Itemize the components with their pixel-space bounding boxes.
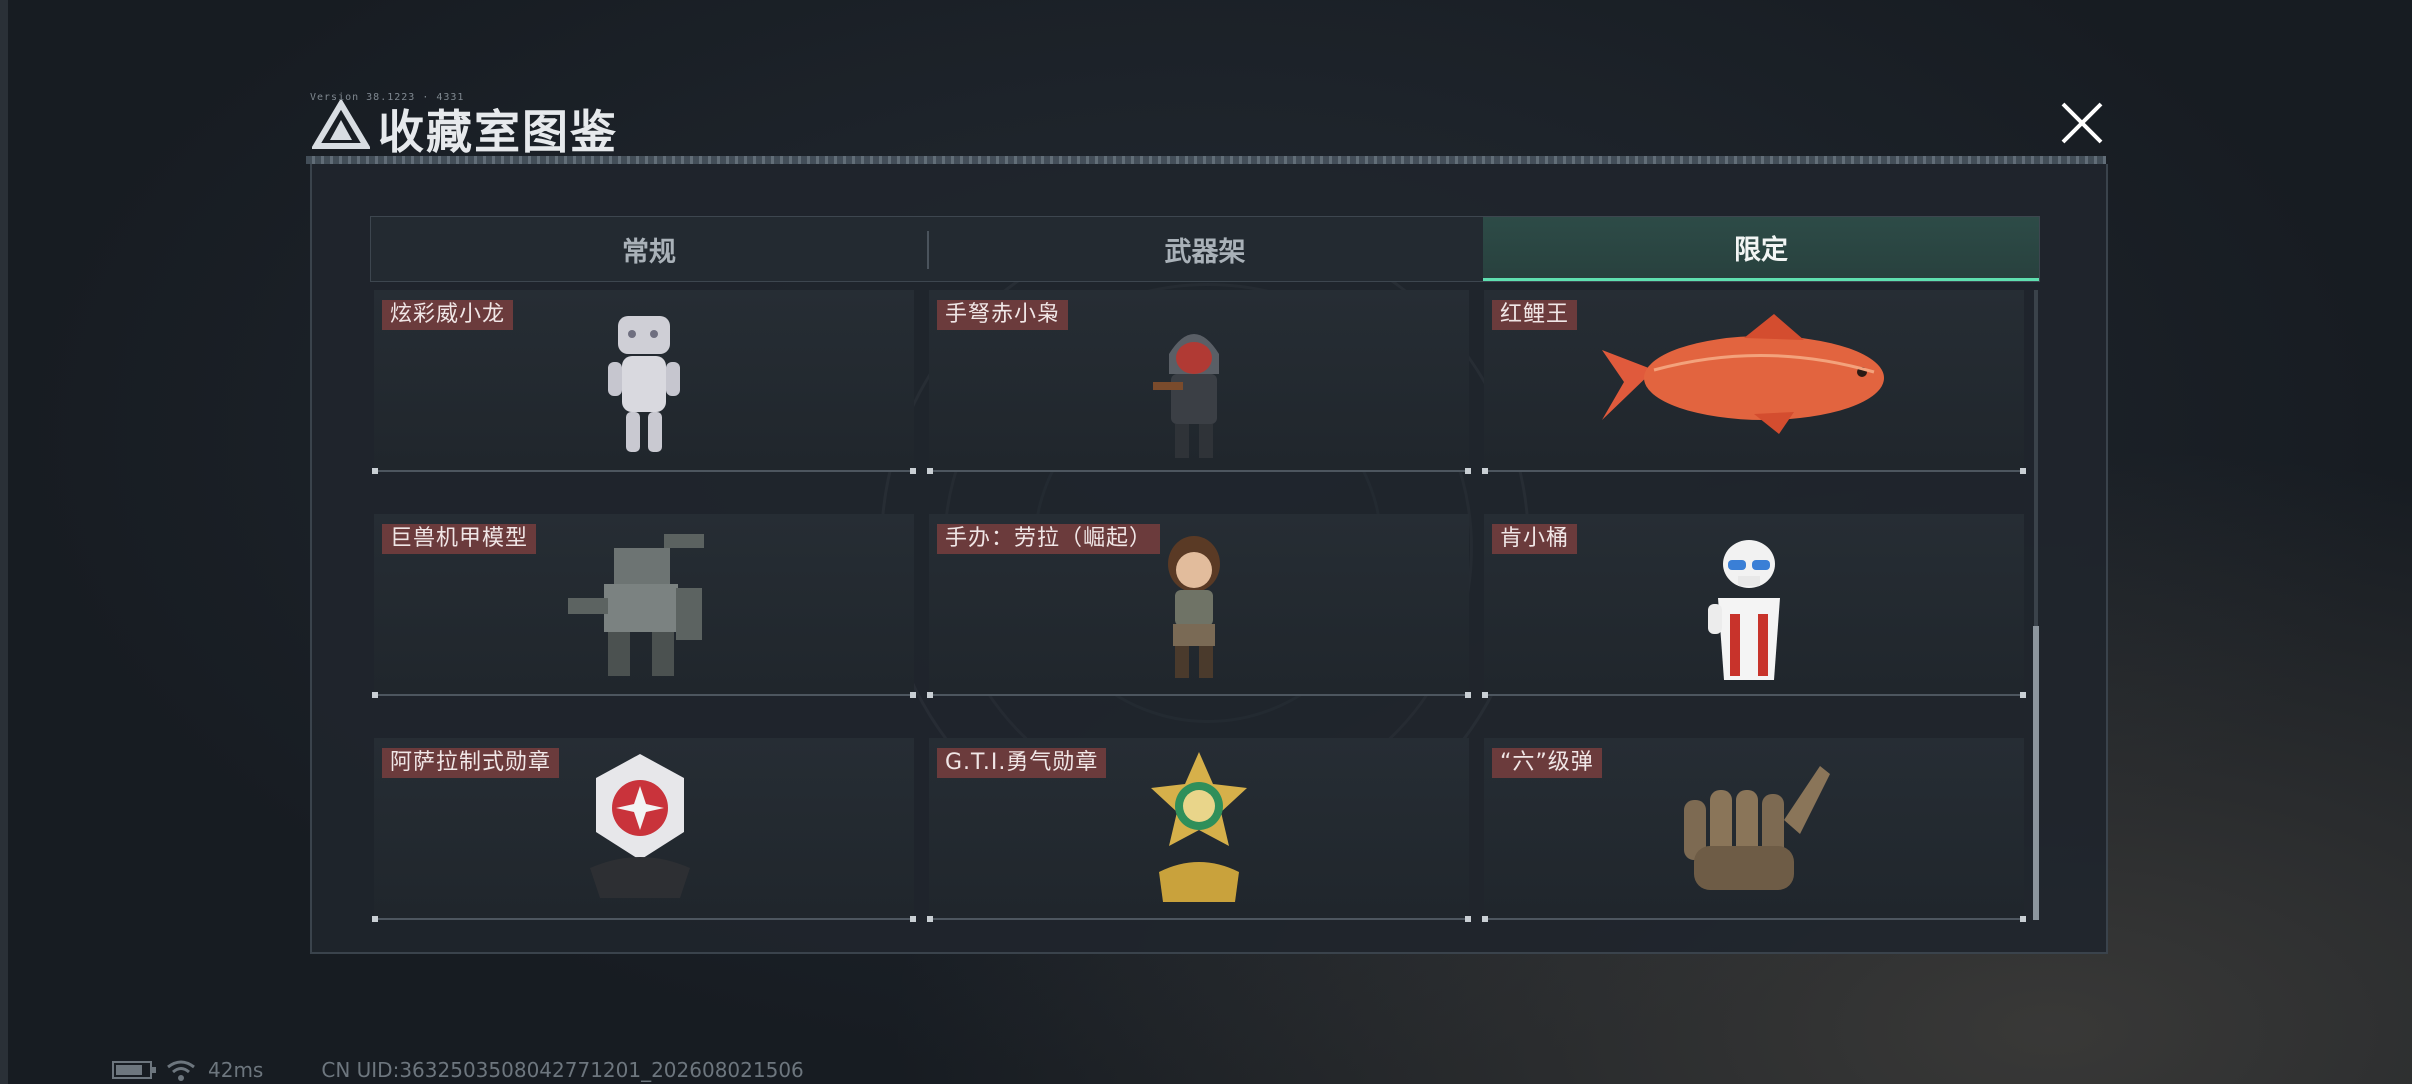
close-icon [2061, 102, 2103, 144]
tab-bar: 常规 武器架 限定 [370, 216, 2040, 282]
item-label: 红鲤王 [1492, 300, 1578, 330]
wifi-icon [167, 1060, 195, 1081]
mech-model-icon [568, 534, 704, 676]
tab-limited[interactable]: 限定 [1483, 217, 2039, 281]
tab-regular[interactable]: 常规 [371, 217, 927, 281]
battery-icon [112, 1061, 156, 1079]
collection-grid: 炫彩威小龙 手弩赤小枭 红鲤王 巨兽机甲模型 手办：劳拉（崛起） 肯小桶 阿萨拉… [372, 290, 2026, 922]
red-white-medal-icon [590, 754, 690, 898]
kfc-bucket-figure-icon [1708, 540, 1780, 680]
collection-item[interactable]: 手弩赤小枭 [927, 290, 1471, 474]
collection-item[interactable]: 阿萨拉制式勋章 [372, 738, 916, 922]
collection-item[interactable]: 巨兽机甲模型 [372, 514, 916, 698]
red-carp-fish-icon [1602, 314, 1884, 434]
collection-item[interactable]: 炫彩威小龙 [372, 290, 916, 474]
lara-figurine-icon [1168, 536, 1220, 678]
item-label: 炫彩威小龙 [382, 300, 514, 330]
uid-text: CN UID:363250350804277120​1_202608021506 [321, 1058, 804, 1082]
page-title: 收藏室图鉴 [378, 105, 618, 159]
bullet-hand-sign-icon [1684, 766, 1830, 890]
item-label: 手办：劳拉（崛起） [937, 524, 1161, 554]
item-label: 肯小桶 [1492, 524, 1578, 554]
header: Version 38.1223 · 4331 收藏室图鉴 [306, 92, 2108, 164]
scrollbar-thumb[interactable] [2033, 626, 2039, 920]
collection-item[interactable]: 红鲤王 [1482, 290, 2026, 474]
hooded-crossbow-figure-icon [1153, 334, 1219, 458]
close-button[interactable] [2049, 92, 2115, 154]
collection-item[interactable]: G.T.I.勇气勋章 [927, 738, 1471, 922]
triangle-logo-icon [312, 100, 370, 149]
item-label: 手弩赤小枭 [937, 300, 1069, 330]
item-label: 阿萨拉制式勋章 [382, 748, 560, 778]
left-edge-bar [0, 0, 8, 1084]
item-label: “六”级弹 [1492, 748, 1602, 778]
header-divider [306, 156, 2106, 164]
collection-item[interactable]: 肯小桶 [1482, 514, 2026, 698]
ping-value: 42ms [208, 1058, 264, 1082]
collection-item[interactable]: 手办：劳拉（崛起） [927, 514, 1471, 698]
gold-star-medal-icon [1151, 752, 1247, 902]
tab-weapon-rack[interactable]: 武器架 [927, 217, 1483, 281]
white-toy-figure-icon [608, 316, 680, 452]
status-footer: 42ms CN UID:363250350804277120​1_2026080… [112, 1058, 804, 1082]
item-label: G.T.I.勇气勋章 [937, 748, 1107, 778]
collection-item[interactable]: “六”级弹 [1482, 738, 2026, 922]
item-label: 巨兽机甲模型 [382, 524, 537, 554]
